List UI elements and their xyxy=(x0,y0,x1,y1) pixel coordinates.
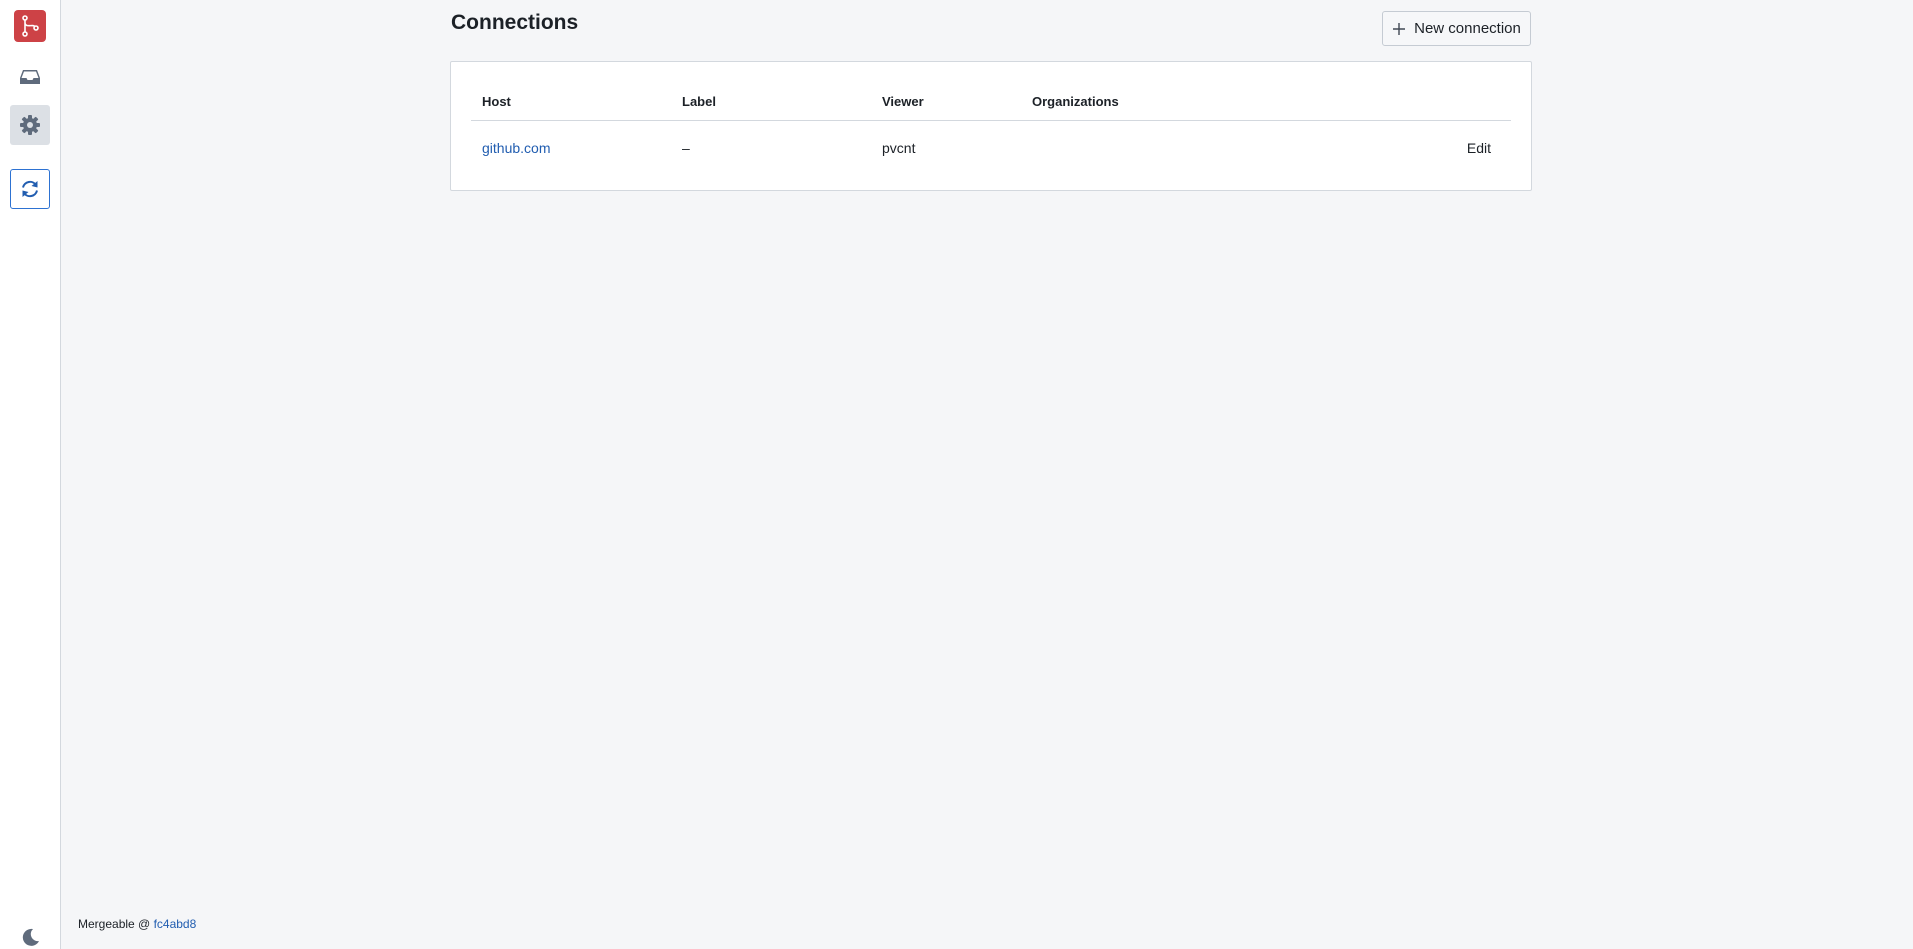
page-title: Connections xyxy=(451,11,579,34)
gear-icon xyxy=(20,115,40,135)
sidebar-item-settings[interactable] xyxy=(10,105,50,145)
footer: Mergeable @ fc4abd8 xyxy=(78,917,196,931)
host-link[interactable]: github.com xyxy=(482,140,550,156)
connections-table-wrap: Host Label Viewer Organizations github.c… xyxy=(471,82,1511,174)
footer-version-link[interactable]: fc4abd8 xyxy=(154,917,197,931)
inbox-icon xyxy=(20,70,40,84)
new-connection-button[interactable]: New connection xyxy=(1382,11,1531,46)
column-header-host: Host xyxy=(471,82,671,121)
connections-panel: Host Label Viewer Organizations github.c… xyxy=(450,61,1532,191)
cell-organizations xyxy=(1021,121,1334,175)
edit-button[interactable]: Edit xyxy=(1467,140,1491,156)
cell-actions: Edit xyxy=(1334,121,1511,175)
sync-button[interactable] xyxy=(10,169,50,209)
theme-toggle[interactable] xyxy=(18,926,42,948)
refresh-icon xyxy=(22,180,38,198)
cell-viewer: pvcnt xyxy=(882,139,916,156)
plus-icon xyxy=(1393,22,1406,35)
column-header-organizations: Organizations xyxy=(1021,82,1335,121)
footer-app-name: Mergeable @ xyxy=(78,917,151,931)
app: Connections New connection Host Label Vi… xyxy=(0,0,1913,949)
app-logo[interactable] xyxy=(14,10,46,42)
git-branch-icon xyxy=(22,15,39,37)
new-connection-label: New connection xyxy=(1414,20,1521,37)
sidebar-item-inbox[interactable] xyxy=(10,57,50,97)
table-row: github.com – pvcnt Edit xyxy=(471,121,1511,175)
column-header-viewer: Viewer xyxy=(871,82,1021,121)
sidebar xyxy=(0,0,61,949)
cell-label: – xyxy=(682,139,690,156)
column-header-label: Label xyxy=(671,82,871,121)
moon-icon xyxy=(22,928,39,946)
table-header-row: Host Label Viewer Organizations xyxy=(471,82,1511,121)
cell-host: github.com xyxy=(471,121,671,175)
column-header-actions xyxy=(1334,82,1511,121)
connections-table: Host Label Viewer Organizations github.c… xyxy=(471,82,1511,174)
